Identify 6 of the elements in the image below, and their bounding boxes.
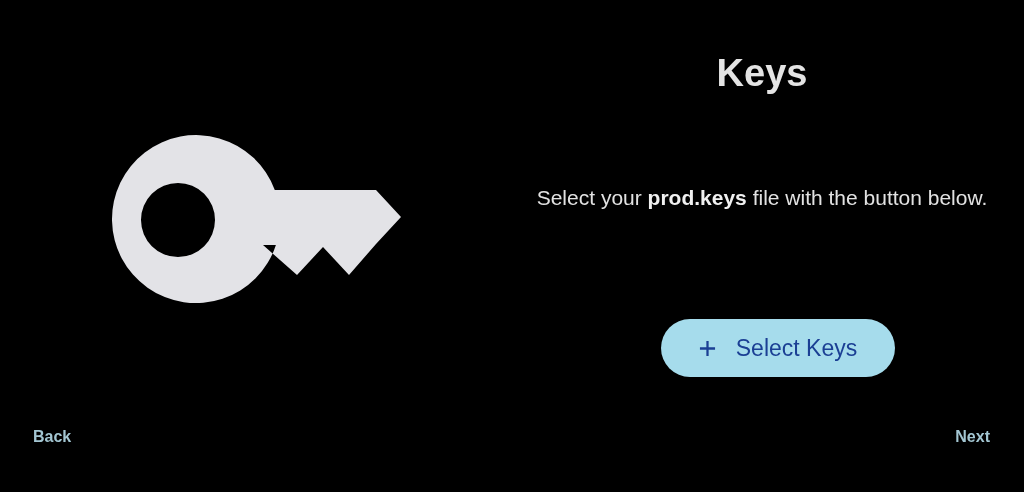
select-keys-button[interactable]: Select Keys: [661, 319, 895, 377]
back-button[interactable]: Back: [25, 422, 80, 452]
description-text: Select your prod.keys file with the button below.: [535, 185, 989, 211]
plus-icon: [698, 339, 716, 357]
page-title: Keys: [716, 52, 808, 95]
next-button[interactable]: Next: [947, 422, 998, 452]
